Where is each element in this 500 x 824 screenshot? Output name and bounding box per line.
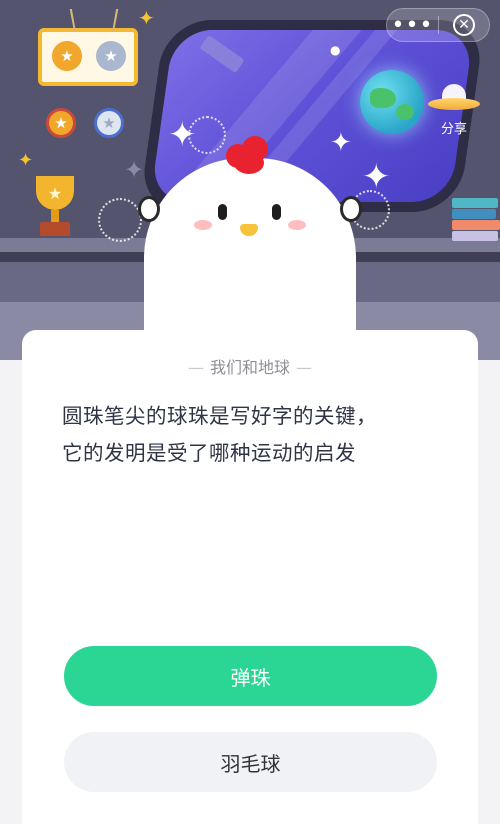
mascot-cheek-left (194, 220, 212, 230)
more-dots-icon[interactable]: ••• (387, 9, 438, 41)
sparkle-icon: ✦ (18, 150, 34, 171)
category-dash-right: — (296, 358, 312, 377)
quiz-card: — 我们和地球 — 圆珠笔尖的球珠是写好字的关键， 它的发明是受了哪种运动的启发 弹… (22, 330, 478, 824)
answer-option-2[interactable]: 羽毛球 (64, 732, 437, 792)
trophy-icon: ★ (28, 176, 82, 238)
sparkle-icon: ✦ (124, 156, 145, 184)
chicken-mascot (138, 136, 362, 360)
books-icon (452, 196, 500, 241)
category-dash-left: — (187, 358, 204, 377)
mascot-cheek-right (288, 220, 306, 230)
mascot-comb (224, 134, 270, 174)
badge-frame: ★ ★ (38, 28, 138, 86)
ufo-share-icon (428, 84, 480, 114)
mascot-wing-left (138, 196, 160, 222)
quiz-category: — 我们和地球 — (22, 354, 478, 378)
question-line-2: 它的发明是受了哪种运动的启发 (62, 441, 356, 465)
question-text: 圆珠笔尖的球珠是写好字的关键， 它的发明是受了哪种运动的启发 (62, 398, 442, 472)
category-label: 我们和地球 (209, 358, 290, 377)
answer-option-1[interactable]: 弹珠 (64, 646, 437, 706)
medal-icon: ★ (94, 108, 124, 138)
close-circle-icon: ✕ (452, 14, 475, 36)
share-button[interactable]: 分享 (426, 84, 482, 142)
medal-icon: ★ (46, 108, 76, 138)
silver-medal-icon: ★ (96, 41, 126, 71)
close-button[interactable]: ✕ (439, 9, 489, 41)
mascot-eye-right (272, 204, 281, 220)
share-label: 分享 (440, 122, 467, 137)
sparkle-icon: ✦ (138, 6, 155, 30)
answer-option-label: 弹珠 (230, 665, 271, 690)
sparkle-icon: ● (330, 43, 341, 57)
question-line-1: 圆珠笔尖的球珠是写好字的关键， (62, 404, 377, 428)
dotted-circle (98, 198, 142, 242)
earth-icon (360, 70, 424, 134)
mini-program-capsule: ••• ✕ (386, 8, 490, 42)
answer-option-label: 羽毛球 (220, 751, 281, 776)
header-scene: ★ ★ ★ ★ ★ ✦ ✦ ✦ ✦ ✦ ✦ ● ••• ✕ 分享 (0, 0, 500, 360)
gold-medal-icon: ★ (52, 41, 82, 71)
sparkle-icon: ✦ (362, 157, 391, 197)
mascot-wing-right (340, 196, 362, 222)
mascot-eye-left (218, 204, 227, 220)
